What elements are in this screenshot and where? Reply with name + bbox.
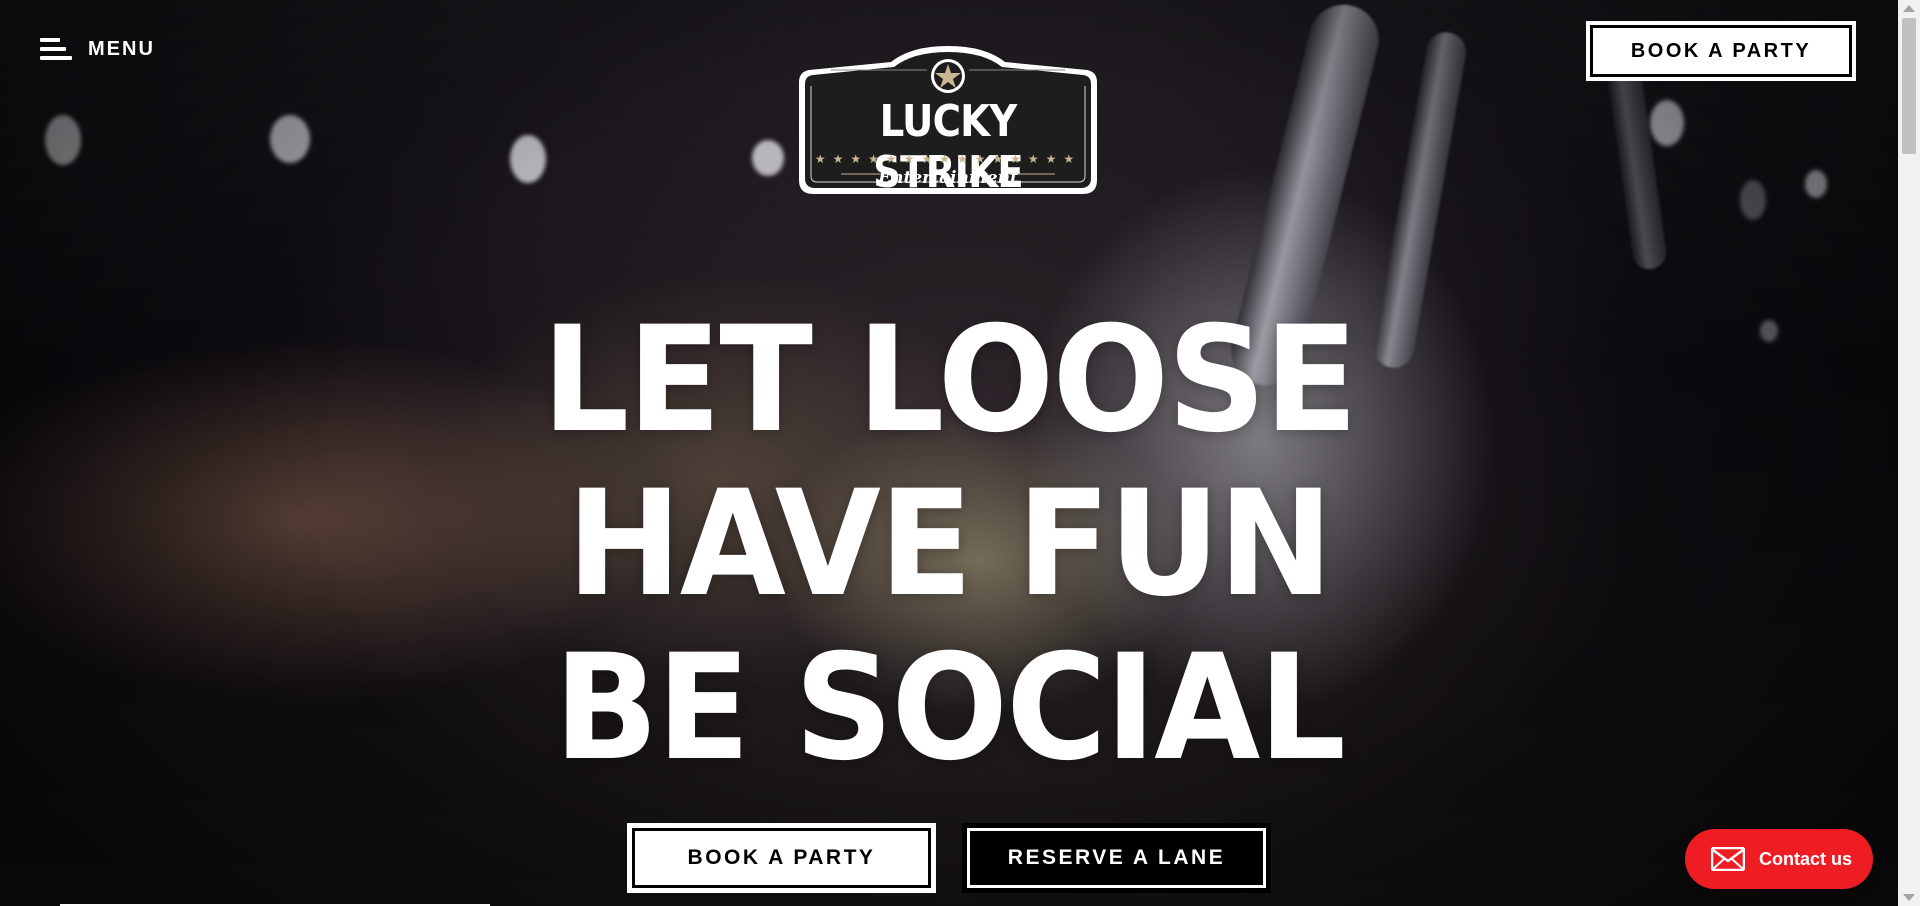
scrollbar[interactable] [1898, 0, 1920, 906]
scroll-up-icon[interactable] [1903, 5, 1915, 12]
hamburger-icon [40, 36, 72, 62]
logo-subtitle: Entertainment [878, 168, 1018, 188]
hero-headline: LET LOOSE HAVE FUN BE SOCIAL [0, 298, 1898, 790]
headline-line: LET LOOSE [541, 295, 1358, 465]
lucky-strike-logo[interactable]: LUCKY STRIKE ★★★★★★★★★★★★★★★ Entertainme… [791, 44, 1105, 200]
page: MENU BOOK A PARTY LUCKY STRIKE ★★★★★★★★★… [0, 0, 1920, 906]
scrollbar-thumb[interactable] [1902, 18, 1916, 154]
scroll-down-icon[interactable] [1903, 894, 1915, 901]
contact-us-button[interactable]: Contact us [1685, 829, 1873, 889]
book-party-header-button[interactable]: BOOK A PARTY [1586, 21, 1856, 81]
mail-icon [1711, 847, 1745, 871]
menu-label: MENU [88, 37, 155, 60]
menu-button[interactable]: MENU [40, 36, 155, 62]
headline-line: HAVE FUN [566, 459, 1333, 629]
book-party-button[interactable]: BOOK A PARTY [627, 823, 936, 893]
headline-line: BE SOCIAL [553, 623, 1346, 793]
reserve-lane-button[interactable]: RESERVE A LANE [962, 823, 1271, 893]
logo-stars: ★★★★★★★★★★★★★★★ [814, 152, 1082, 166]
contact-us-label: Contact us [1759, 848, 1853, 869]
